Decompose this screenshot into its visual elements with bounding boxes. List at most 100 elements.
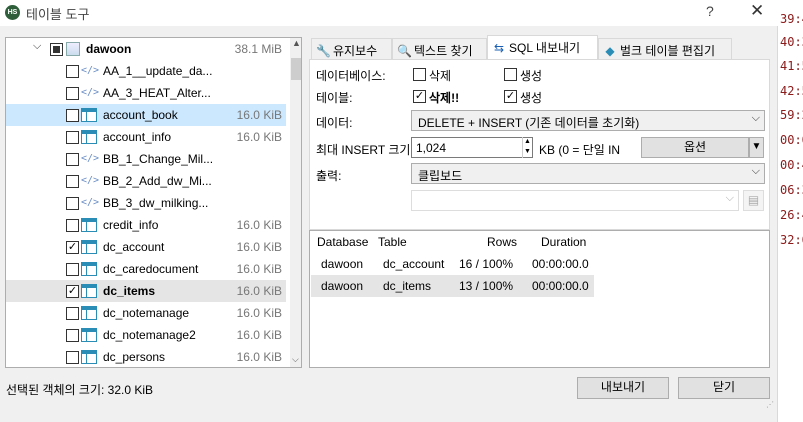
tbl-drop-checkbox[interactable]: ✓ <box>413 90 426 103</box>
tree-item[interactable]: ✓ dc_account 16.0 KiB <box>6 236 286 258</box>
table-icon <box>81 130 97 144</box>
export-results-grid[interactable]: Database Table Rows Duration dawoon dc_a… <box>309 230 770 368</box>
tree-item-selected[interactable]: account_book 16.0 KiB <box>6 104 286 126</box>
table-icon <box>81 284 97 298</box>
output-file-select[interactable]: ⌵ <box>411 190 739 211</box>
table-row[interactable]: dawoon dc_account 16 / 100% 00:00:00.0 <box>311 253 594 275</box>
close-button[interactable]: 닫기 <box>678 377 770 399</box>
options-button[interactable]: 옵션 <box>641 137 749 158</box>
tree-root-size: 38.1 MiB <box>234 42 282 56</box>
view-icon: </> <box>81 153 100 164</box>
bg-text: 41:5 <box>780 59 803 73</box>
tbl-drop-label: 삭제!! <box>429 91 460 105</box>
tree-scrollbar[interactable]: ▲ ⌵ <box>290 38 301 367</box>
tree-checkbox[interactable] <box>66 351 79 364</box>
tree-checkbox[interactable] <box>66 175 79 188</box>
tree-checkbox[interactable] <box>66 87 79 100</box>
tree-item-label: dc_persons <box>103 350 166 364</box>
table-label: 테이블: <box>316 91 353 105</box>
max-insert-stepper[interactable]: ▲ ▼ <box>522 137 532 158</box>
tree-checkbox[interactable] <box>66 329 79 342</box>
cell-rows: 16 / 100% <box>459 257 514 271</box>
export-button[interactable]: 내보내기 <box>577 377 669 399</box>
chevron-down-icon: ⌵ <box>725 192 734 204</box>
tbl-create-checkbox[interactable]: ✓ <box>504 90 517 103</box>
db-drop-label: 삭제 <box>429 69 452 83</box>
options-button-label: 옵션 <box>683 140 707 154</box>
column-header-table[interactable]: Table <box>378 231 407 253</box>
column-header-duration[interactable]: Duration <box>541 231 586 253</box>
tab-text-search[interactable]: 🔍 텍스트 찾기 <box>392 38 487 59</box>
output-label: 출력: <box>316 169 342 183</box>
scroll-up-icon[interactable]: ▲ <box>292 38 301 48</box>
tree-item[interactable]: credit_info 16.0 KiB <box>6 214 286 236</box>
tree-item[interactable]: </> BB_1_Change_Mil... <box>6 148 286 170</box>
scroll-down-icon[interactable]: ⌵ <box>292 354 299 365</box>
column-header-database[interactable]: Database <box>317 231 368 253</box>
tree-item[interactable]: dc_persons 16.0 KiB <box>6 346 286 367</box>
close-window-button[interactable]: ✕ <box>750 1 764 21</box>
chevron-down-icon[interactable]: ⌵ <box>33 40 41 53</box>
tree-item-label: BB_2_Add_dw_Mi... <box>103 174 212 188</box>
tree-checkbox[interactable] <box>66 153 79 166</box>
tree-item-size: 16.0 KiB <box>236 328 282 342</box>
cell-duration: 00:00:00.0 <box>532 279 589 293</box>
spin-up-icon[interactable]: ▲ <box>523 137 532 147</box>
tree-item[interactable]: </> BB_3_dw_milking... <box>6 192 286 214</box>
tree-item-label: account_info <box>103 130 172 144</box>
bg-text: 26:4 <box>780 208 803 222</box>
tree-item-label: BB_1_Change_Mil... <box>103 152 214 166</box>
tree-item[interactable]: dc_notemanage2 16.0 KiB <box>6 324 286 346</box>
tree-item[interactable]: </> BB_2_Add_dw_Mi... <box>6 170 286 192</box>
tree-item[interactable]: </> AA_3_HEAT_Alter... <box>6 82 286 104</box>
bg-text: 59:2 <box>780 108 803 122</box>
tree-item-size: 16.0 KiB <box>236 130 282 144</box>
table-tools-dialog: HS 테이블 도구 ? ✕ ⌵ dawoon 38.1 MiB </> AA_1… <box>0 0 778 422</box>
max-insert-input[interactable]: 1,024 <box>411 137 533 158</box>
tree-item[interactable]: dc_notemanage 16.0 KiB <box>6 302 286 324</box>
tree-item-label: dc_account <box>103 240 165 254</box>
data-mode-value: DELETE + INSERT (기존 데이터를 초기화) <box>418 116 640 130</box>
tree-checkbox[interactable] <box>66 65 79 78</box>
tree-item-label: AA_1__update_da... <box>103 64 213 78</box>
chevron-down-icon: ⌵ <box>751 112 760 124</box>
tab-sql-export[interactable]: ⇆ SQL 내보내기 <box>487 35 598 60</box>
output-select[interactable]: 클립보드 ⌵ <box>411 163 765 184</box>
table-row-selected[interactable]: dawoon dc_items 13 / 100% 00:00:00.0 <box>311 275 594 297</box>
tab-maintenance[interactable]: 🔧 유지보수 <box>311 38 392 59</box>
options-dropdown-button[interactable]: ▼ <box>749 137 764 158</box>
tree-checkbox[interactable] <box>66 131 79 144</box>
tab-label: 유지보수 <box>333 44 378 58</box>
scroll-thumb[interactable] <box>291 58 301 80</box>
table-icon <box>81 240 97 254</box>
resize-grip-icon[interactable]: ⋰ <box>766 400 776 410</box>
tree-item[interactable]: account_info 16.0 KiB <box>6 126 286 148</box>
browse-file-button[interactable]: ▤ <box>743 190 764 211</box>
spin-down-icon[interactable]: ▼ <box>523 147 532 157</box>
tree-checkbox[interactable] <box>66 307 79 320</box>
tree-item-label: dc_items <box>103 284 156 298</box>
tree-checkbox[interactable] <box>66 197 79 210</box>
export-button-label: 내보내기 <box>600 380 646 394</box>
db-create-checkbox[interactable] <box>504 68 517 81</box>
tree-checkbox[interactable] <box>66 263 79 276</box>
tree-checkbox-checked[interactable]: ✓ <box>66 285 79 298</box>
tab-bulk-table-editor[interactable]: ◆ 벌크 테이블 편집기 <box>598 38 732 59</box>
tree-item-focused[interactable]: ✓ dc_items 16.0 KiB <box>6 280 286 302</box>
tree-root-dawoon[interactable]: ⌵ dawoon 38.1 MiB <box>6 38 286 60</box>
view-icon: </> <box>81 65 100 76</box>
tree-item[interactable]: dc_caredocument 16.0 KiB <box>6 258 286 280</box>
tree-root-label: dawoon <box>86 42 132 56</box>
max-insert-value: 1,024 <box>416 141 447 155</box>
db-drop-checkbox[interactable] <box>413 68 426 81</box>
column-header-rows[interactable]: Rows <box>487 231 517 253</box>
help-button[interactable]: ? <box>706 3 714 19</box>
tree-checkbox-checked[interactable]: ✓ <box>66 241 79 254</box>
tree-item[interactable]: </> AA_1__update_da... <box>6 60 286 82</box>
tree-checkbox[interactable] <box>50 43 63 56</box>
tree-checkbox[interactable] <box>66 109 79 122</box>
tree-checkbox[interactable] <box>66 219 79 232</box>
object-tree[interactable]: ⌵ dawoon 38.1 MiB </> AA_1__update_da...… <box>5 37 302 368</box>
data-mode-select[interactable]: DELETE + INSERT (기존 데이터를 초기화) ⌵ <box>411 110 765 131</box>
max-insert-unit: KB (0 = 단일 IN <box>539 143 621 157</box>
